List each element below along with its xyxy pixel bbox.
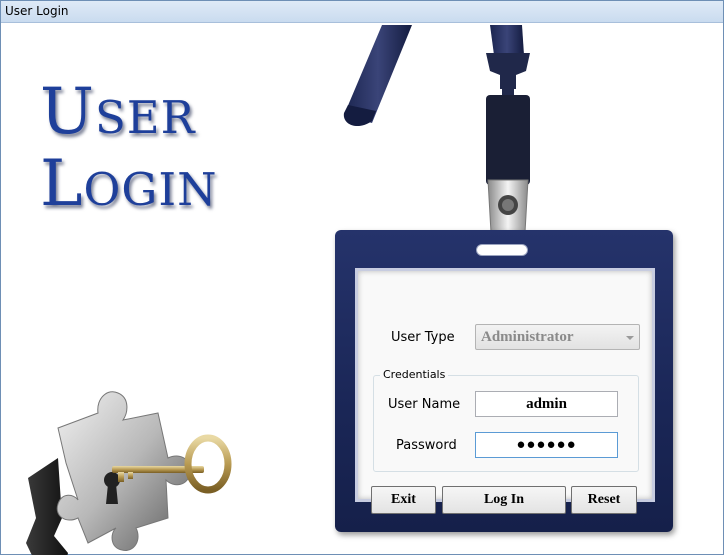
login-button[interactable]: Log In [442, 486, 566, 514]
user-type-dropdown[interactable]: Administrator [475, 324, 640, 350]
chevron-down-icon [626, 336, 634, 340]
title-bar[interactable]: User Login [1, 1, 723, 23]
password-field[interactable]: ●●●●●● [475, 432, 618, 458]
puzzle-key-icon [26, 391, 232, 555]
username-label: User Name [388, 397, 461, 412]
id-badge: User Type Administrator Credentials User… [335, 230, 673, 532]
reset-button[interactable]: Reset [571, 486, 637, 514]
username-field[interactable]: admin [475, 391, 618, 417]
user-type-value: Administrator [481, 329, 574, 345]
password-label: Password [396, 438, 457, 453]
window-client: User Login User Type Administrator Crede… [4, 25, 720, 555]
badge-slot [476, 244, 528, 256]
logo-line-user: User [40, 75, 196, 149]
window-title: User Login [5, 4, 69, 18]
login-window: User Login User Login User Type Administ… [0, 0, 724, 555]
exit-button[interactable]: Exit [371, 486, 436, 514]
user-type-label: User Type [391, 330, 455, 345]
logo-line-login: Login [40, 147, 218, 221]
credentials-group: Credentials User Name admin Password ●●●… [373, 368, 639, 472]
login-panel: User Type Administrator Credentials User… [355, 268, 655, 514]
user-login-logo: User Login [40, 75, 280, 235]
credentials-title: Credentials [380, 368, 449, 381]
